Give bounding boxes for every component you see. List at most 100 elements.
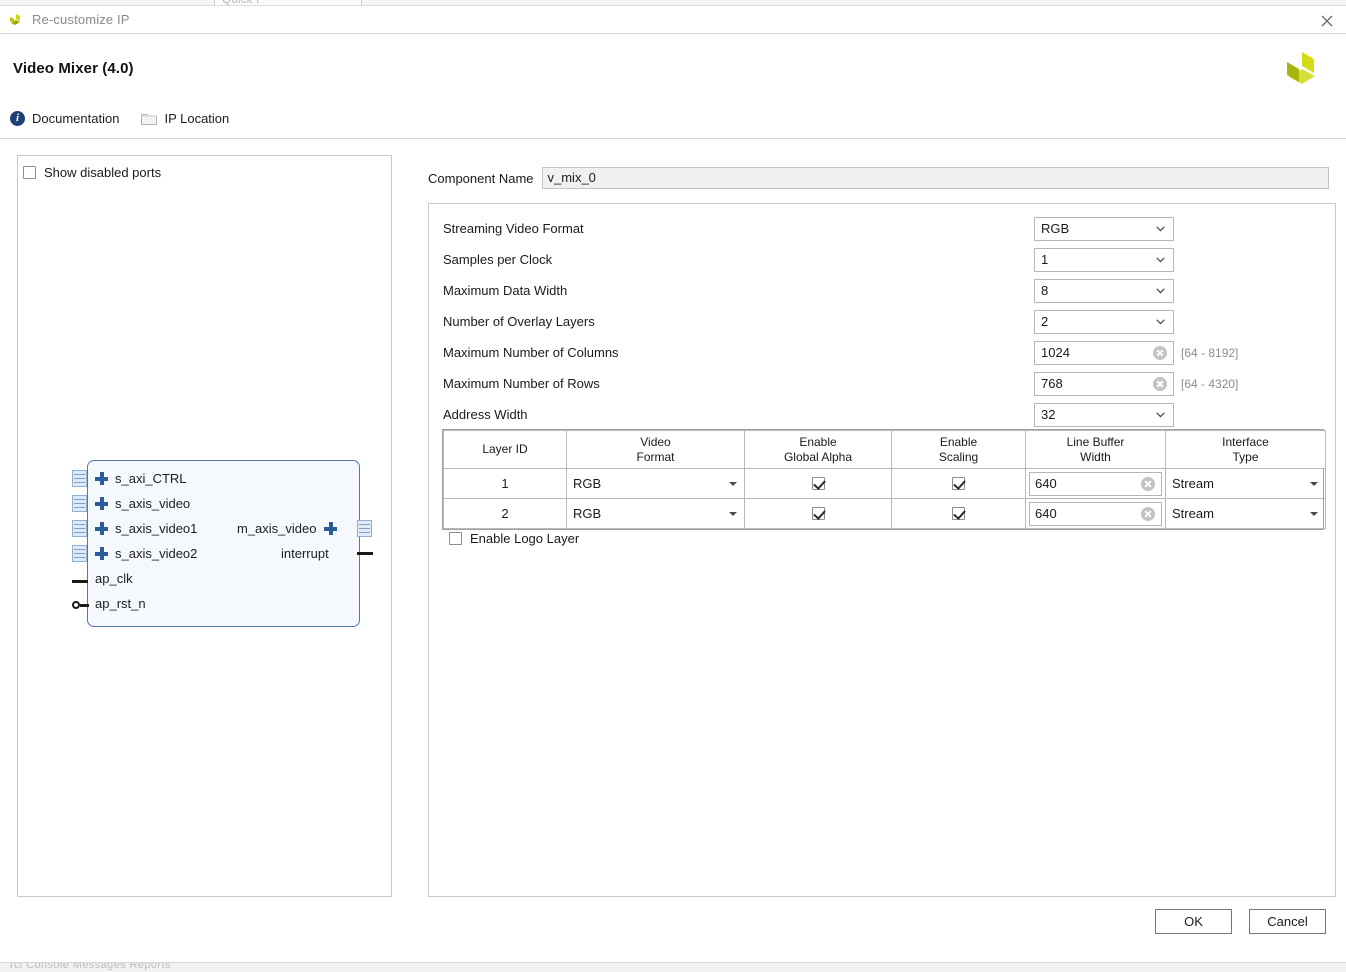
background-bottom-ghost-text: Tcl Console Messages Reports — [8, 962, 171, 971]
clear-icon[interactable] — [1153, 345, 1167, 360]
cell-line-buffer-width[interactable]: 640 — [1025, 498, 1166, 529]
checkbox-box — [952, 477, 965, 490]
checkbox-box — [811, 507, 825, 520]
cell-global-alpha[interactable] — [744, 498, 892, 529]
expand-plus-icon[interactable] — [95, 497, 108, 510]
enable-logo-layer-box — [449, 532, 462, 545]
field-samples-per-clock: Samples per Clock 1 — [429, 244, 1337, 275]
port-s-axis-video1[interactable]: s_axis_video1 — [95, 518, 197, 539]
clear-icon[interactable] — [1141, 476, 1155, 491]
ok-button[interactable]: OK — [1155, 909, 1232, 934]
cell-scaling[interactable] — [891, 498, 1026, 529]
re-customize-ip-dialog: Quick I Re-customize IP Video Mixer (4.0… — [0, 0, 1346, 972]
chevron-down-icon — [729, 511, 737, 516]
chevron-down-icon — [1156, 225, 1165, 231]
ip-block-symbol: s_axi_CTRL s_axis_video s_axis_video1 s_… — [53, 449, 383, 639]
select-value: RGB — [573, 506, 602, 521]
expand-plus-icon[interactable] — [95, 472, 108, 485]
interface-type-select[interactable]: Stream — [1166, 500, 1325, 528]
clear-icon[interactable] — [1153, 376, 1167, 391]
field-address-width: Address Width 32 — [429, 399, 1337, 430]
background-window-bottom: Tcl Console Messages Reports — [0, 962, 1346, 972]
table-header-row: Layer ID Video Format Enable Global Alph… — [443, 430, 1326, 469]
enable-logo-layer-checkbox[interactable]: Enable Logo Layer — [449, 531, 579, 546]
header-line2: Type — [1232, 449, 1259, 464]
header-enable-scaling: Enable Scaling — [891, 430, 1026, 469]
field-maximum-data-width: Maximum Data Width 8 — [429, 275, 1337, 306]
streaming-video-format-select[interactable]: RGB — [1034, 216, 1174, 241]
maximum-number-of-columns-input[interactable]: 1024 — [1034, 340, 1174, 365]
ip-location-link[interactable]: IP Location — [141, 111, 229, 126]
cell-video-format[interactable]: RGB — [566, 498, 745, 529]
show-disabled-ports-box — [23, 166, 36, 179]
video-format-select[interactable]: RGB — [567, 470, 744, 498]
cell-line-buffer-width[interactable]: 640 — [1025, 468, 1166, 499]
select-value: 2 — [1041, 314, 1049, 329]
header-line1: Interface — [1222, 434, 1269, 449]
select-value: 8 — [1041, 283, 1049, 298]
global-alpha-checkbox[interactable] — [745, 500, 891, 528]
bus-stub-s-axis-video1 — [72, 520, 87, 537]
xilinx-brand-logo — [1278, 48, 1324, 94]
header-layer-id: Layer ID — [443, 430, 567, 469]
enable-logo-layer-label: Enable Logo Layer — [470, 531, 580, 546]
maximum-number-of-rows-input[interactable]: 768 — [1034, 371, 1174, 396]
port-ap-rst-n[interactable]: ap_rst_n — [95, 593, 146, 614]
input-value: 1024 — [1041, 345, 1070, 360]
cell-interface-type[interactable]: Stream — [1165, 498, 1326, 529]
columns-range-hint: [64 - 8192] — [1181, 345, 1239, 360]
header-link-row: i Documentation IP Location — [10, 111, 229, 126]
samples-per-clock-select[interactable]: 1 — [1034, 247, 1174, 272]
port-s-axis-video2[interactable]: s_axis_video2 — [95, 543, 197, 564]
cell-video-format[interactable]: RGB — [566, 468, 745, 499]
interface-type-select[interactable]: Stream — [1166, 470, 1325, 498]
header-line1: Enable — [939, 434, 978, 449]
component-name-label: Component Name — [428, 170, 534, 186]
port-label: m_axis_video — [237, 521, 317, 536]
line-buffer-width-input[interactable]: 640 — [1029, 471, 1162, 496]
cell-scaling[interactable] — [891, 468, 1026, 499]
port-label: ap_rst_n — [95, 596, 146, 611]
scaling-checkbox[interactable] — [892, 470, 1025, 498]
info-icon: i — [10, 111, 25, 126]
field-label: Address Width — [443, 407, 528, 422]
port-m-axis-video[interactable]: m_axis_video — [237, 518, 337, 539]
header-line2: Scaling — [938, 449, 979, 464]
field-label: Maximum Number of Columns — [443, 345, 619, 360]
maximum-data-width-select[interactable]: 8 — [1034, 278, 1174, 303]
port-ap-clk[interactable]: ap_clk — [95, 568, 133, 589]
chevron-down-icon — [1156, 256, 1165, 262]
clear-icon[interactable] — [1141, 506, 1155, 521]
cell-interface-type[interactable]: Stream — [1165, 468, 1326, 499]
component-name-input[interactable]: v_mix_0 — [541, 167, 1329, 189]
global-alpha-checkbox[interactable] — [745, 470, 891, 498]
chevron-down-icon — [1310, 511, 1318, 516]
show-disabled-ports-checkbox[interactable]: Show disabled ports — [23, 165, 161, 180]
chevron-down-icon — [729, 481, 737, 486]
expand-plus-icon[interactable] — [95, 547, 108, 560]
cell-global-alpha[interactable] — [744, 468, 892, 499]
close-icon[interactable] — [1316, 10, 1338, 32]
line-buffer-width-input[interactable]: 640 — [1029, 501, 1162, 526]
port-interrupt[interactable]: interrupt — [281, 543, 329, 564]
cancel-button[interactable]: Cancel — [1249, 909, 1326, 934]
table-row[interactable]: 2 RGB 640 Stream — [443, 498, 1326, 529]
header-line2: Format — [636, 449, 675, 464]
documentation-link[interactable]: i Documentation — [10, 111, 119, 126]
select-value: 1 — [1041, 252, 1049, 267]
expand-plus-icon[interactable] — [95, 522, 108, 535]
bus-stub-s-axis-video2 — [72, 545, 87, 562]
expand-plus-icon[interactable] — [323, 522, 337, 535]
port-label: s_axis_video — [115, 496, 191, 511]
address-width-select[interactable]: 32 — [1034, 402, 1174, 427]
select-value: RGB — [573, 476, 602, 491]
dialog-title: Re-customize IP — [32, 12, 130, 27]
select-value: Stream — [1172, 476, 1214, 491]
port-s-axis-video[interactable]: s_axis_video — [95, 493, 190, 514]
video-format-select[interactable]: RGB — [567, 500, 744, 528]
scaling-checkbox[interactable] — [892, 500, 1025, 528]
field-label: Samples per Clock — [443, 252, 553, 267]
number-of-overlay-layers-select[interactable]: 2 — [1034, 309, 1174, 334]
port-s-axi-ctrl[interactable]: s_axi_CTRL — [95, 468, 187, 489]
table-row[interactable]: 1 RGB 640 Stream — [443, 468, 1326, 499]
